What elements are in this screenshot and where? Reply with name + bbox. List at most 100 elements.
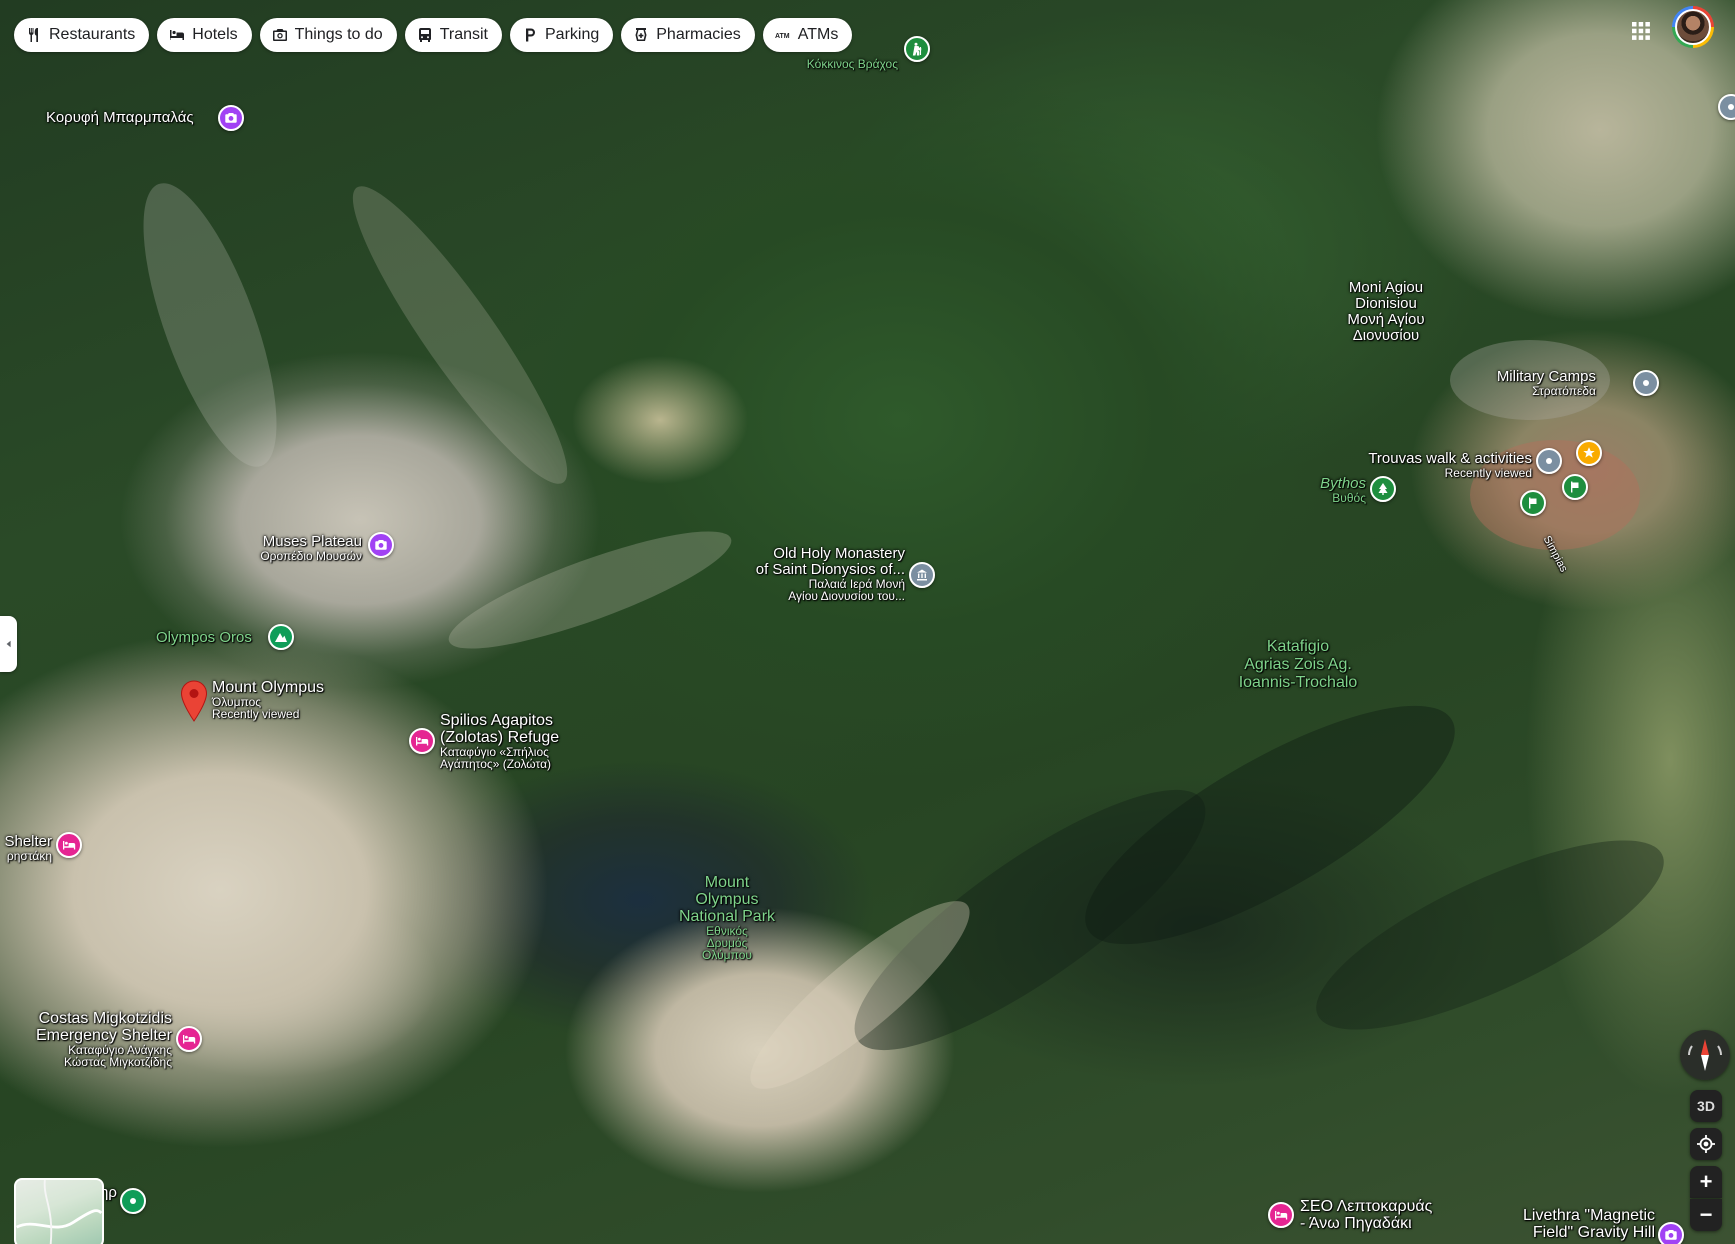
zoom-in-button[interactable]: + [1690,1166,1722,1198]
military-camps-sub: Στρατόπεδα [1532,384,1596,398]
place-pin-old-holy-monastery[interactable] [909,562,935,588]
label-spilios-refuge[interactable]: Spilios Agapitos (Zolotas) Refuge Καταφύ… [440,712,559,770]
pharmacies-chip[interactable]: Pharmacies [621,18,755,52]
label-costas-shelter[interactable]: Costas Migkotzidis Emergency Shelter Κατ… [0,1010,172,1068]
park-pin-olympos-oros[interactable] [268,624,294,650]
label-livethra[interactable]: Livethra "Magnetic Field" Gravity Hill [1480,1207,1655,1241]
place-pin-bottom-left[interactable] [120,1188,146,1214]
moni-line3: Μονή Αγίου [1347,311,1425,328]
label-olympos-oros[interactable]: Olympos Oros [156,630,252,646]
label-seo[interactable]: ΣΕΟ Λεπτοκαρυάς - Άνω Πηγαδάκι [1300,1198,1432,1232]
attraction-pin-kokkinos-vrachos[interactable] [904,36,930,62]
map-pin-icon [180,680,208,722]
restaurants-chip[interactable]: Restaurants [14,18,150,52]
bythos-sub: Βυθός [1332,491,1366,505]
lodging-pin-seo[interactable] [1268,1202,1294,1228]
mount-olympus-name: Mount Olympus [212,679,325,696]
things-to-do-chip[interactable]: Things to do [259,18,397,52]
three-d-toggle-button[interactable]: 3D [1690,1090,1722,1122]
bythos-name: Bythos [1320,475,1366,492]
label-katafigio[interactable]: Katafigio Agrias Zois Ag. Ioannis-Trocha… [1239,638,1358,692]
camera-icon [272,29,287,41]
map-thumbnail-icon [16,1180,102,1244]
dot-icon [1728,104,1734,110]
chevron-left-icon [6,640,11,648]
camera-icon [1665,1230,1677,1240]
mountain-icon [275,633,287,642]
park-pin-bythos[interactable] [1370,476,1396,502]
label-national-park[interactable]: Mount Olympus National Park Εθνικός Δρυμ… [679,874,775,961]
label-simpias: Simpias [1540,533,1570,575]
flag-pin-2[interactable] [1520,490,1546,516]
monastery-line2: of Saint Dionysios of... [755,561,905,578]
atms-chip[interactable]: ATM ATMs [762,18,853,52]
camera-icon [225,113,237,123]
my-location-button[interactable] [1690,1128,1722,1160]
label-muses-plateau[interactable]: Muses Plateau Οροπέδιο Μουσών [222,533,362,563]
moni-line2: Dionisiou [1355,295,1417,312]
bed-icon [170,30,185,40]
spilios-line1: Spilios Agapitos [440,712,553,729]
satellite-map[interactable]: Restaurants Hotels Things to do Transit … [0,0,1735,1244]
moni-line4: Διονυσίου [1352,327,1420,344]
bed-icon [183,1035,196,1044]
costas-line4: Κώστας Μιγκοτζίδης [64,1055,172,1069]
katafigio-line2: Agrias Zois Ag. [1244,656,1352,673]
spilios-line4: Αγάπητος» (Ζολώτα) [440,757,552,771]
katafigio-line3: Ioannis-Trochalo [1238,674,1358,691]
attraction-pin-livethra[interactable] [1658,1222,1684,1244]
fork-knife-icon [29,28,38,42]
seo-line1: ΣΕΟ Λεπτοκαρυάς [1300,1198,1433,1215]
label-shelter[interactable]: Shelter ρηστάκη [0,833,52,863]
lodging-pin-spilios-refuge[interactable] [409,728,435,754]
starred-pin[interactable] [1576,440,1602,466]
star-icon [1583,447,1595,458]
place-pin-military-camps[interactable] [1633,370,1659,396]
label-military-camps[interactable]: Military Camps Στρατόπεδα [1470,369,1596,398]
bed-icon [63,841,76,850]
tree-icon [1378,483,1388,495]
hotels-chip[interactable]: Hotels [157,18,252,52]
shelter-name: Shelter [4,833,52,850]
label-kokkinos-vrachos[interactable]: Κόκκινος Βράχος [790,58,898,70]
parking-chip[interactable]: Parking [510,18,614,52]
attraction-pin-koryfi-barbalas[interactable] [218,105,244,131]
spilios-line2: (Zolotas) Refuge [440,729,560,746]
my-location-icon [1697,1135,1715,1153]
lodging-pin-costas-shelter[interactable] [176,1026,202,1052]
national-park-line1: Mount [704,874,750,891]
muses-plateau-name: Muses Plateau [262,533,362,550]
parking-label: Parking [545,26,600,43]
transit-label: Transit [439,26,488,43]
parking-icon [526,28,535,42]
zoom-out-button[interactable]: − [1690,1199,1722,1231]
flag-pin-1[interactable] [1562,474,1588,500]
selected-location-pin[interactable] [180,680,208,722]
category-chips: Restaurants Hotels Things to do Transit … [14,18,853,52]
lodging-pin-shelter[interactable] [56,832,82,858]
label-bythos[interactable]: Bythos Βυθός [1284,475,1366,505]
label-koryfi-barbalas[interactable]: Κορυφή Μπαρμπαλάς [46,110,194,126]
apps-grid-button[interactable] [1624,14,1658,48]
layers-toggle-button[interactable] [14,1178,104,1244]
flag-icon [1571,481,1579,493]
dot-icon [130,1198,136,1204]
label-old-holy-monastery[interactable]: Old Holy Monastery of Saint Dionysios of… [680,546,905,603]
flag-icon [1529,497,1537,509]
seo-line2: - Άνω Πηγαδάκι [1300,1215,1412,1232]
camera-icon [375,540,387,550]
attraction-pin-muses-plateau[interactable] [368,532,394,558]
avatar[interactable] [1672,6,1714,48]
label-moni-agiou-dionisiou[interactable]: Moni Agiou Dionisiou Μονή Αγίου Διονυσίο… [1347,280,1424,344]
compass-icon [1688,1039,1722,1071]
national-park-line6: Ολύμπου [702,948,752,962]
livethra-line1: Livethra "Magnetic [1523,1207,1655,1224]
transit-chip[interactable]: Transit [404,18,502,52]
collapse-side-panel-button[interactable] [0,616,17,672]
hotels-label: Hotels [192,26,238,43]
costas-line1: Costas Migkotzidis [38,1010,172,1027]
label-mount-olympus[interactable]: Mount Olympus Όλυμπος Recently viewed [212,679,325,721]
compass-button[interactable] [1680,1030,1730,1080]
place-pin-trouvas[interactable] [1536,448,1562,474]
place-pin-right-edge[interactable] [1718,94,1735,120]
